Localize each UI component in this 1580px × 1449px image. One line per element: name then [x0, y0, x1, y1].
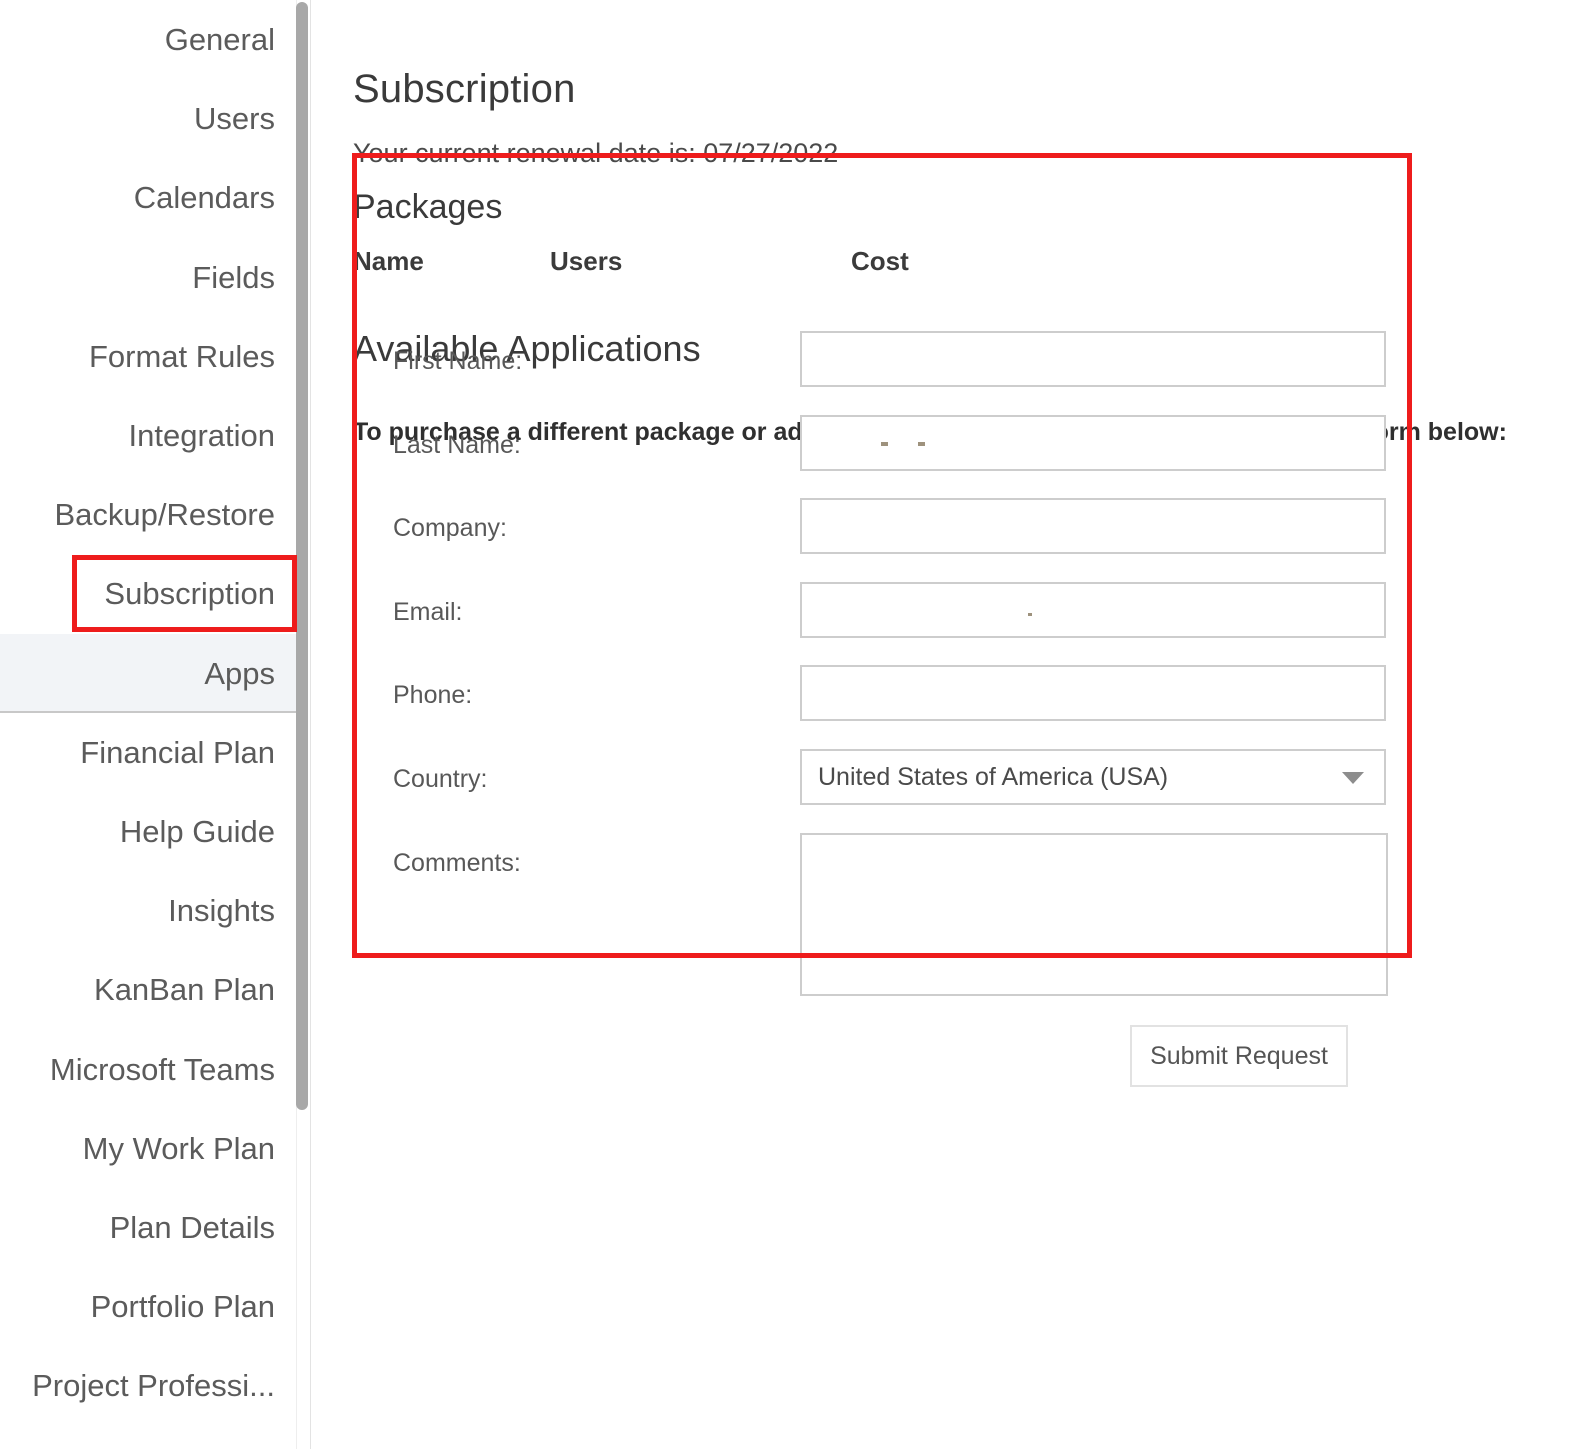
sidebar-scrollbar-thumb[interactable] [296, 2, 308, 1110]
redaction-artifact [881, 442, 888, 446]
email-label: Email: [393, 598, 463, 626]
country-select[interactable]: United States of America (USA) [800, 749, 1386, 805]
last-name-label: Last Name: [393, 431, 521, 459]
sidebar-item-label: KanBan Plan [94, 972, 275, 1008]
email-input[interactable] [800, 582, 1386, 638]
sidebar-item-label: Plan Details [109, 1210, 275, 1245]
sidebar-item-label: Backup/Restore [54, 497, 275, 533]
company-input[interactable] [800, 498, 1386, 554]
sidebar-item-plan-details[interactable]: Plan Details [0, 1188, 297, 1267]
sidebar-item-users[interactable]: Users [0, 79, 297, 158]
sidebar-item-label: Apps [204, 655, 275, 691]
sidebar-item-kanban-plan[interactable]: KanBan Plan [0, 950, 297, 1029]
sidebar-item-label: Users [194, 101, 275, 137]
sidebar-item-calendars[interactable]: Calendars [0, 158, 297, 237]
company-label: Company: [393, 514, 507, 542]
sidebar-item-label: General [164, 22, 275, 57]
sidebar-item-label: Fields [192, 259, 275, 295]
sidebar-divider [310, 0, 311, 1449]
sidebar-item-label: Project Professi... [32, 1368, 275, 1404]
page-title: Subscription [353, 67, 576, 111]
sidebar-item-apps[interactable]: Apps [0, 633, 297, 713]
sidebar-item-subscription[interactable]: Subscription [0, 554, 297, 633]
subscription-panel: Subscription Your current renewal date i… [312, 0, 1580, 1449]
sidebar-item-project-professi[interactable]: Project Professi... [0, 1346, 297, 1425]
submit-request-button[interactable]: Submit Request [1130, 1025, 1348, 1087]
sidebar-item-label: Help Guide [119, 814, 275, 849]
phone-input[interactable] [800, 665, 1386, 721]
phone-label: Phone: [393, 681, 473, 709]
first-name-label: First Name: [393, 347, 523, 375]
redaction-artifact [918, 442, 925, 446]
country-label: Country: [393, 765, 488, 793]
sidebar-item-label: Subscription [104, 576, 275, 612]
country-selected-value: United States of America (USA) [818, 763, 1169, 791]
sidebar-item-financial-plan[interactable]: Financial Plan [0, 713, 297, 792]
sidebar-item-integration[interactable]: Integration [0, 396, 297, 475]
sidebar-item-portfolio-plan[interactable]: Portfolio Plan [0, 1267, 297, 1346]
chevron-down-icon[interactable] [1342, 772, 1364, 784]
sidebar-item-label: Portfolio Plan [90, 1289, 275, 1325]
sidebar-item-format-rules[interactable]: Format Rules [0, 317, 297, 396]
sidebar-item-general[interactable]: General [0, 0, 297, 79]
sidebar-item-label: Insights [168, 893, 275, 929]
sidebar-item-label: Financial Plan [80, 734, 275, 770]
sidebar-item-label: Microsoft Teams [49, 1051, 275, 1087]
sidebar-item-label: Calendars [133, 180, 275, 216]
sidebar-item-label: Format Rules [88, 338, 275, 374]
sidebar-item-label: My Work Plan [82, 1130, 275, 1166]
sidebar-item-my-work-plan[interactable]: My Work Plan [0, 1109, 297, 1188]
sidebar-item-backup-restore[interactable]: Backup/Restore [0, 475, 297, 554]
comments-label: Comments: [393, 849, 521, 877]
first-name-input[interactable] [800, 331, 1386, 387]
settings-sidebar[interactable]: General Users Calendars Fields Format Rules I… [0, 0, 297, 1449]
sidebar-item-help-guide[interactable]: Help Guide [0, 792, 297, 871]
sidebar-item-insights[interactable]: Insights [0, 871, 297, 950]
sidebar-item-microsoft-teams[interactable]: Microsoft Teams [0, 1030, 297, 1109]
redaction-artifact [1028, 613, 1032, 616]
comments-textarea[interactable] [800, 833, 1388, 996]
contact-request-form: First Name: Last Name: Company: Email: P… [352, 153, 1412, 996]
sidebar-item-fields[interactable]: Fields [0, 238, 297, 317]
sidebar-item-label: Integration [128, 418, 276, 453]
